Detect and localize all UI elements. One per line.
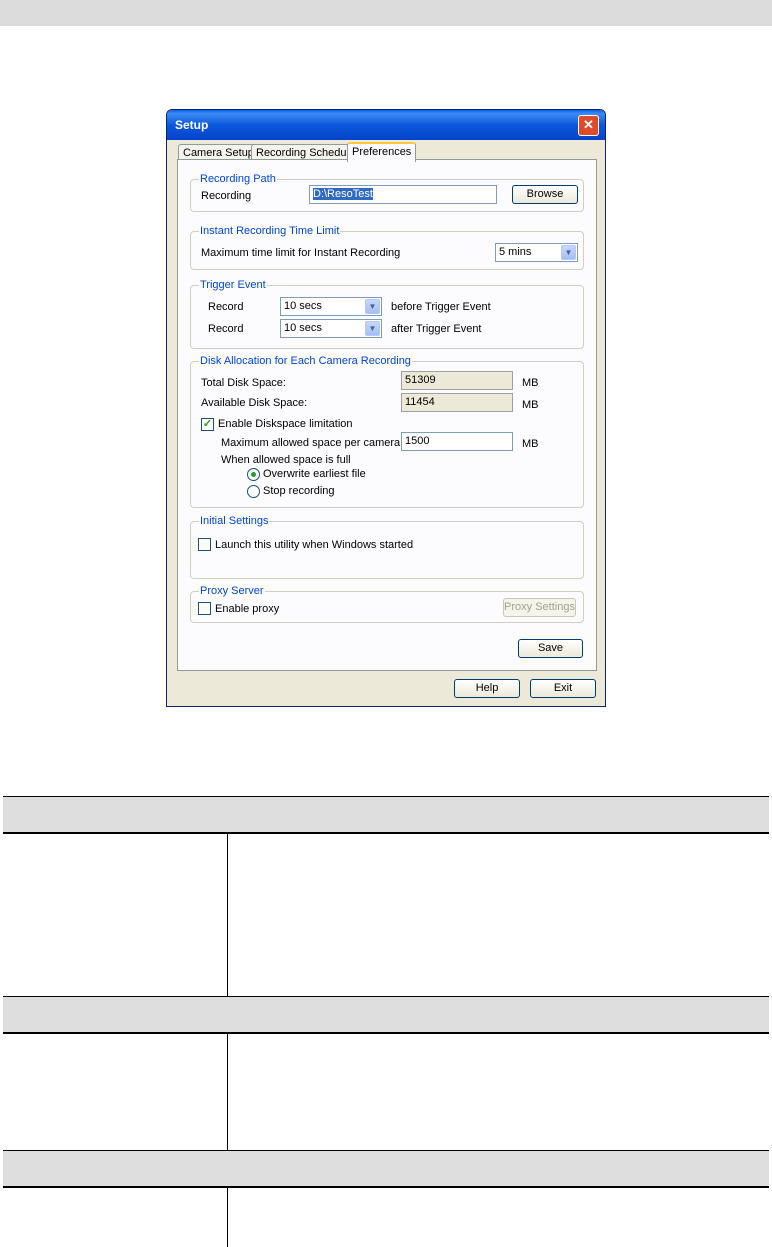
disk-allocation-group: Disk Allocation for Each Camera Recordin…	[190, 355, 584, 508]
instant-limit-label: Maximum time limit for Instant Recording	[201, 247, 401, 259]
total-disk-label: Total Disk Space:	[201, 377, 286, 389]
launch-on-startup-checkbox[interactable]	[198, 538, 211, 551]
trigger-event-legend: Trigger Event	[199, 279, 267, 292]
save-button[interactable]: Save	[518, 639, 583, 658]
max-space-input[interactable]: 1500	[401, 432, 513, 451]
trigger-before-value: 10 secs	[284, 300, 322, 312]
overwrite-radio[interactable]	[247, 468, 260, 481]
proxy-settings-button[interactable]: Proxy Settings	[503, 598, 576, 617]
trigger-before-suffix: before Trigger Event	[391, 301, 491, 313]
recording-path-group: Recording Path Recording D:\ResoTest Bro…	[190, 173, 584, 212]
total-disk-value: 51309	[401, 371, 513, 390]
stop-recording-radio[interactable]	[247, 485, 260, 498]
table-cell-description	[229, 1188, 769, 1247]
dialog-title: Setup	[175, 118, 209, 132]
preferences-panel: Recording Path Recording D:\ResoTest Bro…	[177, 159, 597, 671]
available-disk-unit: MB	[522, 399, 539, 411]
table-row	[3, 1034, 769, 1150]
table-cell-description	[229, 834, 769, 996]
max-space-unit: MB	[522, 438, 539, 450]
instant-limit-select[interactable]: 5 mins ▼	[495, 243, 578, 262]
overwrite-label: Overwrite earliest file	[263, 468, 366, 480]
trigger-after-select[interactable]: 10 secs ▼	[280, 319, 382, 338]
launch-on-startup-label: Launch this utility when Windows started	[215, 539, 414, 551]
space-full-label: When allowed space is full	[221, 454, 351, 466]
trigger-after-value: 10 secs	[284, 322, 322, 334]
trigger-after-suffix: after Trigger Event	[391, 323, 482, 335]
tab-preferences[interactable]: Preferences	[347, 142, 417, 162]
proxy-server-group: Proxy Server Enable proxy Proxy Settings	[190, 585, 584, 623]
chevron-down-icon[interactable]: ▼	[365, 299, 380, 314]
available-disk-label: Available Disk Space:	[201, 397, 308, 409]
instant-limit-group: Instant Recording Time Limit Maximum tim…	[190, 225, 584, 270]
chevron-down-icon[interactable]: ▼	[561, 245, 576, 260]
chevron-down-icon[interactable]: ▼	[365, 321, 380, 336]
max-space-label: Maximum allowed space per camera:	[221, 437, 404, 449]
page-header-bar	[0, 0, 772, 26]
dialog-titlebar: Setup	[167, 110, 605, 140]
table-section-header	[3, 1150, 769, 1188]
available-disk-value: 11454	[401, 393, 513, 412]
proxy-server-legend: Proxy Server	[199, 585, 265, 598]
recording-path-input[interactable]: D:\ResoTest	[309, 185, 497, 204]
trigger-before-select[interactable]: 10 secs ▼	[280, 297, 382, 316]
total-disk-unit: MB	[522, 377, 539, 389]
enable-proxy-label: Enable proxy	[215, 603, 280, 615]
recording-path-value: D:\ResoTest	[313, 188, 373, 200]
instant-limit-value: 5 mins	[499, 246, 532, 258]
table-row	[3, 834, 769, 996]
enable-diskspace-checkbox[interactable]: ✓	[201, 418, 214, 431]
disk-allocation-legend: Disk Allocation for Each Camera Recordin…	[199, 355, 412, 368]
trigger-after-label: Record	[208, 323, 244, 335]
exit-button[interactable]: Exit	[530, 679, 596, 698]
close-button[interactable]: ✕	[578, 115, 599, 136]
initial-settings-legend: Initial Settings	[199, 515, 270, 528]
trigger-event-group: Trigger Event Record 10 secs ▼ before Tr…	[190, 279, 584, 349]
initial-settings-group: Initial Settings Launch this utility whe…	[190, 515, 584, 579]
browse-button[interactable]: Browse	[512, 185, 578, 204]
table-section-header	[3, 796, 769, 834]
table-row	[3, 1188, 769, 1247]
instant-limit-legend: Instant Recording Time Limit	[199, 225, 341, 238]
table-cell-label	[3, 1188, 228, 1247]
trigger-before-label: Record	[208, 301, 244, 313]
recording-path-label: Recording	[201, 190, 252, 202]
table-cell-label	[3, 1034, 228, 1150]
recording-path-legend: Recording Path	[199, 173, 277, 186]
table-section-header	[3, 996, 769, 1034]
help-button[interactable]: Help	[454, 679, 520, 698]
setup-dialog: Setup ✕ Camera Setup Recording Schedule …	[166, 109, 606, 707]
table-cell-label	[3, 834, 228, 996]
enable-proxy-checkbox[interactable]	[198, 602, 211, 615]
enable-diskspace-label: Enable Diskspace limitation	[218, 418, 353, 430]
stop-recording-label: Stop recording	[263, 485, 335, 497]
table-cell-description	[229, 1034, 769, 1150]
